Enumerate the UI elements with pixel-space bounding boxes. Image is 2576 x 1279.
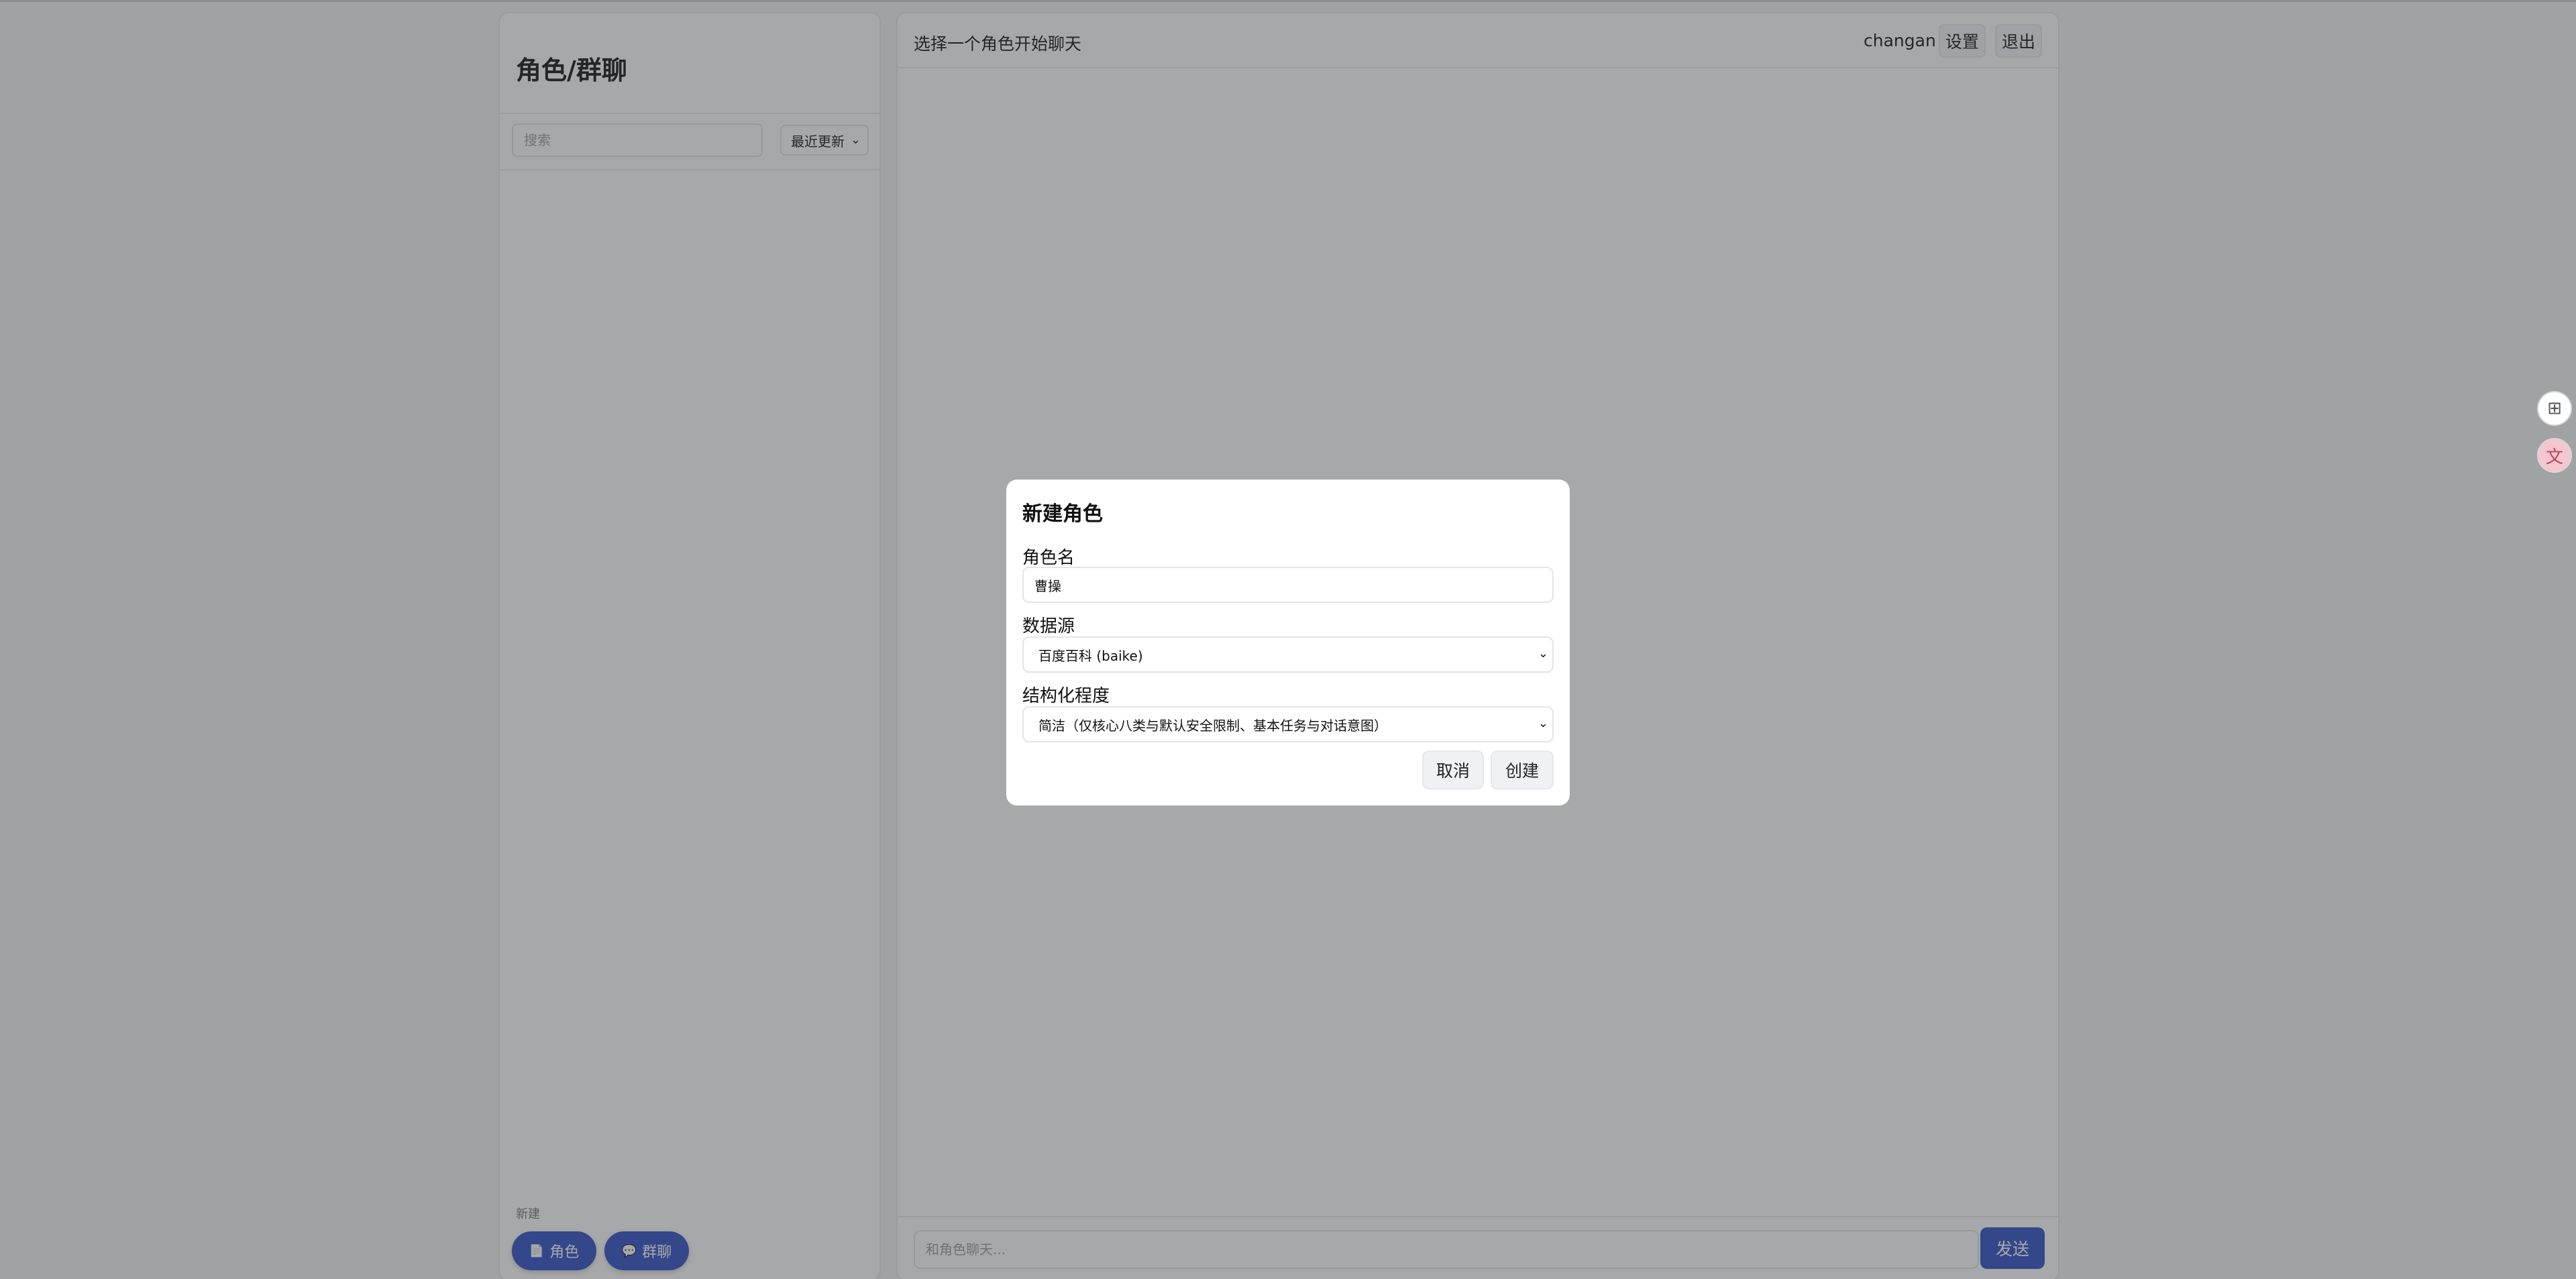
app-page: 角色/群聊 最近更新 ⌄ 新建 📄 角色 💬 群聊 选择一个角色开始聊天 cha… (0, 0, 2576, 1279)
role-name-value: 曹操 (1034, 577, 1061, 594)
translate-icon[interactable]: 文 (2537, 438, 2572, 473)
role-name-input[interactable]: 曹操 (1022, 567, 1554, 603)
data-source-value: 百度百科 (baike) (1038, 647, 1143, 664)
structure-level-select[interactable]: 简洁（仅核心八类与默认安全限制、基本任务与对话意图） ⌄ (1022, 706, 1554, 742)
data-source-label: 数据源 (1022, 616, 1075, 636)
create-button[interactable]: 创建 (1491, 750, 1554, 789)
structure-level-label: 结构化程度 (1022, 686, 1110, 706)
cancel-button[interactable]: 取消 (1422, 750, 1484, 789)
chevron-down-icon: ⌄ (1538, 647, 1548, 661)
dialog-title: 新建角色 (1022, 502, 1103, 526)
role-name-label: 角色名 (1022, 548, 1075, 568)
data-source-select[interactable]: 百度百科 (baike) ⌄ (1022, 636, 1554, 673)
chevron-down-icon: ⌄ (1538, 716, 1548, 730)
structure-level-value: 简洁（仅核心八类与默认安全限制、基本任务与对话意图） (1038, 717, 1387, 734)
grid-add-icon[interactable]: ⊞ (2537, 391, 2572, 426)
new-role-dialog: 新建角色 角色名 曹操 数据源 百度百科 (baike) ⌄ 结构化程度 简洁（… (1006, 480, 1570, 805)
